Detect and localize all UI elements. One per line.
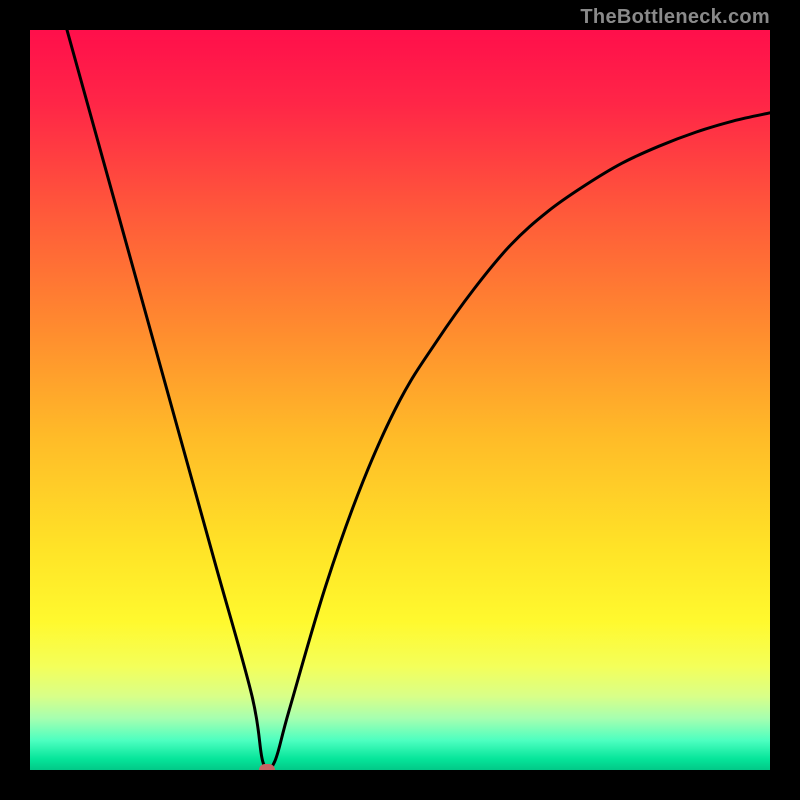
optimal-point-marker <box>259 764 275 770</box>
chart-container: TheBottleneck.com <box>0 0 800 800</box>
watermark-text: TheBottleneck.com <box>580 6 770 29</box>
chart-svg <box>30 30 770 770</box>
plot-area <box>30 30 770 770</box>
